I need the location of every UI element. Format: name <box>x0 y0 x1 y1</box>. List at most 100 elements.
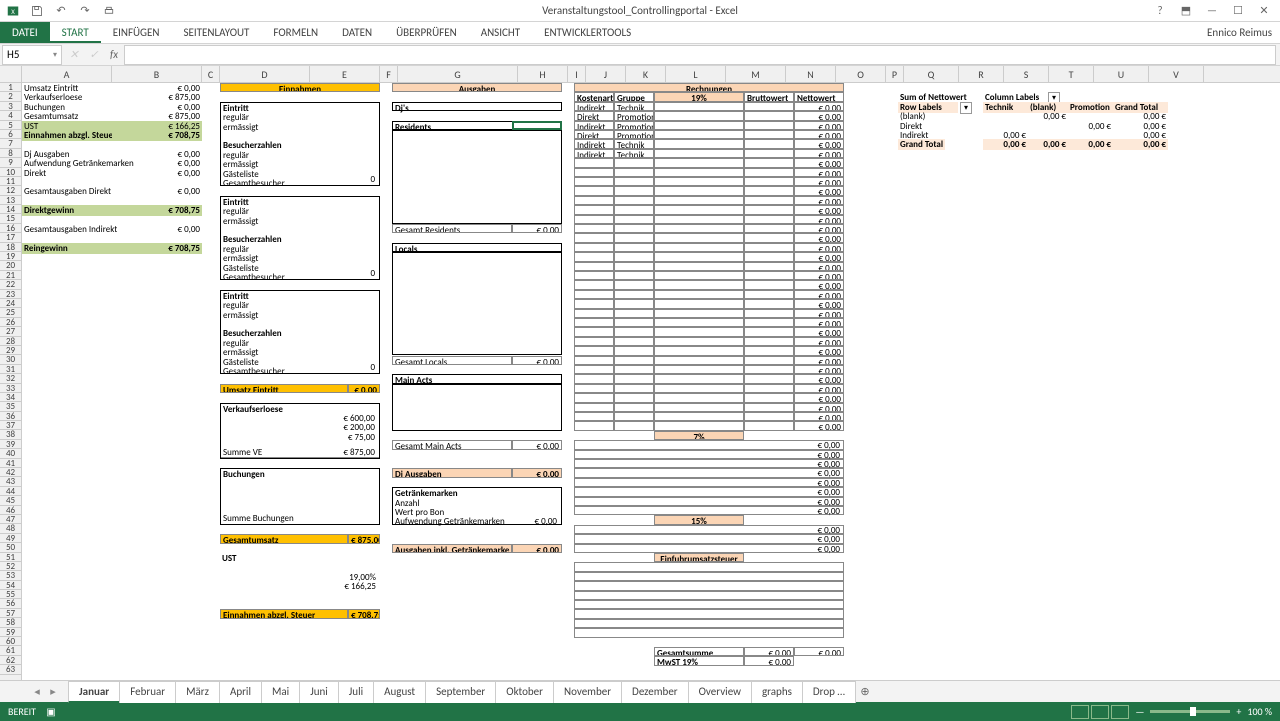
col-header-R[interactable]: R <box>959 66 1004 82</box>
tab-start[interactable]: START <box>50 22 101 43</box>
djs-label: Dj's <box>393 103 411 114</box>
undo-icon[interactable]: ↶ <box>52 2 70 20</box>
col-header-F[interactable]: F <box>380 66 398 82</box>
tab-entwicklertools[interactable]: ENTWICKLERTOOLS <box>532 22 643 43</box>
col-header-U[interactable]: U <box>1094 66 1149 82</box>
col-header-D[interactable]: D <box>220 66 310 82</box>
name-box[interactable]: H5▾ <box>2 45 62 65</box>
formula-input[interactable] <box>124 45 1276 65</box>
bu-label: Buchungen <box>221 469 267 480</box>
sheet-tab-August[interactable]: August <box>373 681 426 703</box>
sheet-tab-Drop …[interactable]: Drop … <box>802 681 856 703</box>
help-icon[interactable]: ? <box>1148 2 1172 20</box>
rg-l: Reingewinn <box>22 243 112 254</box>
zoom-level[interactable]: 100 % <box>1247 705 1272 718</box>
zoom-in-icon[interactable]: + <box>1236 705 1241 718</box>
umsatz-eintritt-label: Umsatz Eintritt <box>220 384 348 393</box>
spreadsheet-grid[interactable]: ABCDEFGHIJKLMNOPQRSTUV 12345678910111213… <box>0 66 1280 680</box>
col-header-G[interactable]: G <box>398 66 518 82</box>
zoom-out-icon[interactable]: — <box>1135 705 1144 718</box>
cells-area[interactable]: Umsatz Eintritt€ 0,00Verkaufserloese€ 87… <box>22 83 1280 680</box>
sheet-tab-September[interactable]: September <box>425 681 496 703</box>
sheet-tab-Dezember[interactable]: Dezember <box>621 681 689 703</box>
col-header-H[interactable]: H <box>518 66 568 82</box>
col-header-N[interactable]: N <box>786 66 836 82</box>
rechnungen-header: Rechnungen <box>574 83 844 92</box>
fx-icon[interactable]: fx <box>104 48 124 61</box>
ausgaben-header: Ausgaben <box>392 83 562 92</box>
view-break-icon[interactable] <box>1111 705 1129 719</box>
zoom-slider[interactable] <box>1150 710 1230 713</box>
sheet-tab-graphs[interactable]: graphs <box>751 681 803 703</box>
tab-seitenlayout[interactable]: SEITENLAYOUT <box>171 22 261 43</box>
gm-ag-v: € 0,00 <box>532 516 559 527</box>
col-header-C[interactable]: C <box>202 66 220 82</box>
gesamtumsatz-l: Gesamtumsatz <box>220 534 348 543</box>
col-header-V[interactable]: V <box>1149 66 1204 82</box>
sheet-tab-April[interactable]: April <box>219 681 262 703</box>
eas-l: Einnahmen abzgl. Steuer <box>220 609 348 618</box>
excel-icon[interactable]: X <box>4 2 22 20</box>
status-bar: BEREIT ▣ — + 100 % <box>0 702 1280 721</box>
ve-label: Verkaufserloese <box>221 404 285 415</box>
tab-formeln[interactable]: FORMELN <box>261 22 330 43</box>
cancel-icon[interactable]: ✕ <box>64 48 84 61</box>
col-header-P[interactable]: P <box>886 66 904 82</box>
cell-label: Einnahmen abzgl. Steuer <box>22 130 112 141</box>
macro-record-icon[interactable]: ▣ <box>46 705 55 718</box>
close-icon[interactable]: ✕ <box>1252 2 1276 20</box>
tab-datei[interactable]: DATEI <box>0 22 50 43</box>
status-ready: BEREIT <box>8 705 36 718</box>
signed-in-user[interactable]: Ennico Reimus <box>1207 26 1272 39</box>
minimize-icon[interactable]: — <box>1200 2 1224 20</box>
maximize-icon[interactable]: ☐ <box>1226 2 1250 20</box>
sheet-tab-Overview[interactable]: Overview <box>688 681 752 703</box>
bu-sum-l: Summe Buchungen <box>221 513 296 524</box>
pivot-dropdown-icon[interactable]: ▾ <box>960 102 972 114</box>
window-title: Veranstaltungstool_Controllingportal - E… <box>542 4 738 17</box>
col-header-S[interactable]: S <box>1004 66 1049 82</box>
col-header-L[interactable]: L <box>666 66 726 82</box>
col-header-T[interactable]: T <box>1049 66 1094 82</box>
einnahmen-header: Einnahmen <box>220 83 380 92</box>
gesamtumsatz-v: € 875,00 <box>348 534 380 543</box>
tab-daten[interactable]: DATEN <box>330 22 384 43</box>
enter-icon[interactable]: ✓ <box>84 48 104 61</box>
sheet-tab-Oktober[interactable]: Oktober <box>495 681 554 703</box>
col-header-A[interactable]: A <box>22 66 112 82</box>
select-all-corner[interactable] <box>0 66 22 82</box>
col-header-Q[interactable]: Q <box>904 66 959 82</box>
dja-l: Dj Ausgaben <box>392 468 512 477</box>
sheet-nav-first[interactable]: ◂ <box>30 685 44 698</box>
save-icon[interactable] <box>28 2 46 20</box>
sheet-tab-November[interactable]: November <box>553 681 622 703</box>
ribbon-toggle-icon[interactable]: ⬒ <box>1174 2 1198 20</box>
tab-ansicht[interactable]: ANSICHT <box>469 22 532 43</box>
sheet-nav-prev[interactable]: ▸ <box>46 685 60 698</box>
row-header-63[interactable]: 63 <box>0 665 21 674</box>
col-header-B[interactable]: B <box>112 66 202 82</box>
print-icon[interactable] <box>100 2 118 20</box>
col-header-E[interactable]: E <box>310 66 380 82</box>
view-layout-icon[interactable] <box>1091 705 1109 719</box>
col-header-K[interactable]: K <box>626 66 666 82</box>
umsatz-eintritt-val: € 0,00 <box>348 384 380 393</box>
ein-g1-zero: 0 <box>368 174 377 185</box>
sheet-tab-Januar[interactable]: Januar <box>68 681 120 703</box>
col-header-I[interactable]: I <box>568 66 586 82</box>
redo-icon[interactable]: ↷ <box>76 2 94 20</box>
ein-g1-2: ermässigt <box>221 122 260 133</box>
col-header-M[interactable]: M <box>726 66 786 82</box>
add-sheet-button[interactable]: ⊕ <box>855 685 875 698</box>
tab-einfuegen[interactable]: EINFÜGEN <box>101 22 172 43</box>
sheet-tab-März[interactable]: März <box>175 681 220 703</box>
tab-ueberpruefen[interactable]: ÜBERPRÜFEN <box>384 22 469 43</box>
svg-text:X: X <box>11 8 15 16</box>
sheet-tab-Juni[interactable]: Juni <box>299 681 339 703</box>
sheet-tab-Mai[interactable]: Mai <box>261 681 300 703</box>
col-header-J[interactable]: J <box>586 66 626 82</box>
sheet-tab-Februar[interactable]: Februar <box>119 681 176 703</box>
col-header-O[interactable]: O <box>836 66 886 82</box>
sheet-tab-Juli[interactable]: Juli <box>338 681 374 703</box>
view-normal-icon[interactable] <box>1071 705 1089 719</box>
